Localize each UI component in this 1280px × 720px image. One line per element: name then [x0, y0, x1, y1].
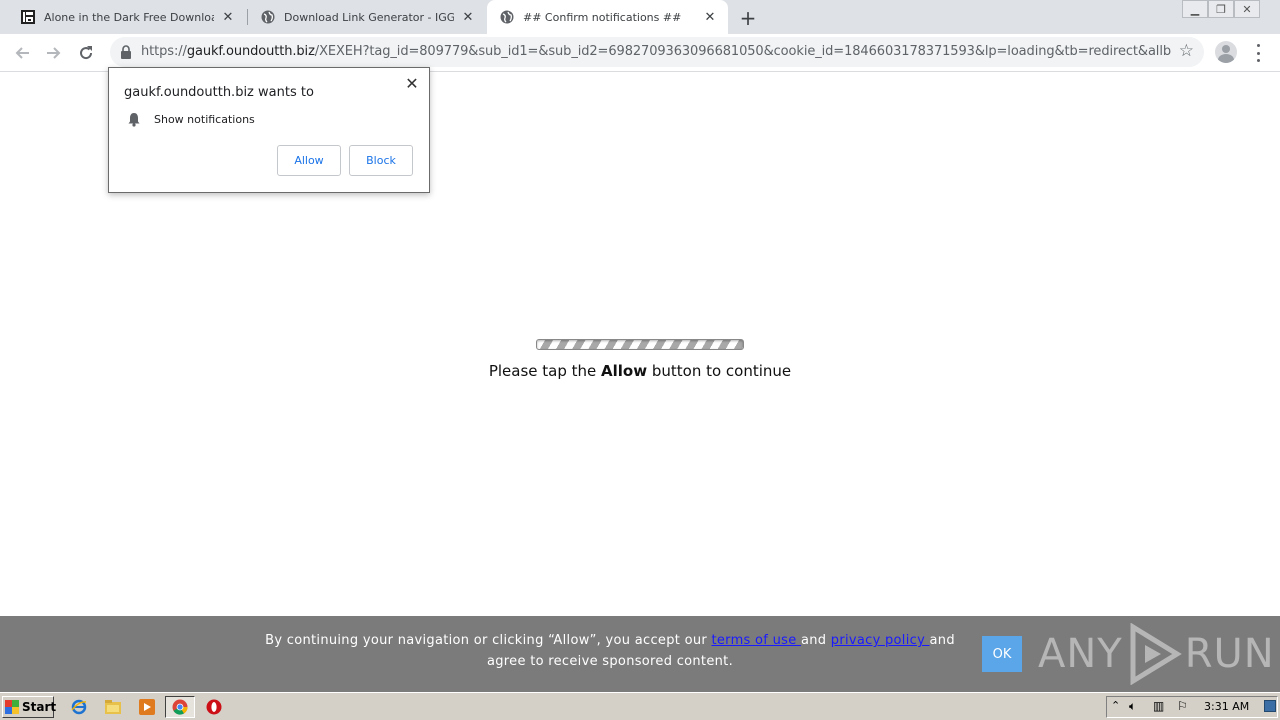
- new-tab-button[interactable]: +: [736, 6, 760, 30]
- system-tray: ⌃ 🔈︎ ▥ ⚐: [1106, 696, 1278, 718]
- volume-icon[interactable]: 🔈︎: [1129, 699, 1136, 714]
- tab-close-icon[interactable]: ✕: [702, 9, 718, 25]
- url-text[interactable]: https://gaukf.oundoutth.biz/XEXEH?tag_id…: [141, 44, 1171, 59]
- tab-confirm-notifications[interactable]: ## Confirm notifications ## ✕: [487, 0, 728, 34]
- url-path: /XEXEH?tag_id=809779&sub_id1=&sub_id2=69…: [314, 44, 1171, 59]
- consent-text: By continuing your navigation or clickin…: [250, 630, 970, 672]
- bookmark-star-icon[interactable]: ☆: [1179, 43, 1194, 60]
- chrome-icon: [172, 699, 188, 715]
- lock-icon[interactable]: [120, 45, 132, 59]
- igggames-icon: [20, 9, 36, 25]
- consent-banner: By continuing your navigation or clickin…: [0, 616, 1280, 692]
- tab-alone-in-the-dark[interactable]: Alone in the Dark Free Download (20 ✕: [0, 0, 246, 34]
- allow-button[interactable]: Allow: [277, 145, 341, 176]
- block-button[interactable]: Block: [349, 145, 413, 176]
- popup-close-icon[interactable]: ✕: [403, 74, 421, 93]
- instruction-part: Please tap the: [488, 362, 602, 380]
- back-arrow-icon: [15, 47, 29, 59]
- consent-text-part: By continuing your navigation or clickin…: [265, 633, 712, 648]
- globe-icon: [499, 9, 515, 25]
- minimize-icon[interactable]: ▁: [1182, 0, 1208, 18]
- reload-icon: [80, 46, 93, 60]
- address-bar[interactable]: https://gaukf.oundoutth.biz/XEXEH?tag_id…: [110, 37, 1204, 67]
- chrome-taskbar-button[interactable]: [165, 696, 195, 718]
- windows-logo-icon: [5, 700, 19, 714]
- tab-title: Download Link Generator - IGGGAME: [284, 10, 454, 24]
- instruction-text: Please tap the Allow button to continue: [0, 362, 1280, 380]
- tab-strip: Alone in the Dark Free Download (20 ✕ Do…: [0, 0, 1280, 34]
- media-player-icon[interactable]: [138, 698, 156, 716]
- instruction-part: button to continue: [647, 362, 792, 380]
- bell-icon: [128, 113, 140, 127]
- show-desktop-icon[interactable]: [1264, 700, 1276, 712]
- tab-close-icon[interactable]: ✕: [220, 9, 236, 25]
- close-window-icon[interactable]: ✕: [1234, 0, 1260, 18]
- explorer-icon[interactable]: [104, 698, 122, 716]
- forward-button[interactable]: [42, 41, 66, 65]
- windows-taskbar: Start ⌃ 🔈︎ ▥ ⚐ 3:31 AM: [0, 692, 1280, 720]
- reload-button[interactable]: [74, 41, 98, 65]
- tab-download-link-generator[interactable]: Download Link Generator - IGGGAME ✕: [240, 0, 486, 34]
- ie-icon[interactable]: [70, 698, 88, 716]
- restore-icon[interactable]: ❐: [1208, 0, 1234, 18]
- watermark-text: ANY: [1038, 631, 1123, 677]
- taskbar-clock[interactable]: 3:31 AM: [1204, 700, 1249, 713]
- back-button[interactable]: [10, 41, 34, 65]
- notification-permission-popup: gaukf.oundoutth.biz wants to ✕ Show noti…: [108, 67, 430, 193]
- tab-title: ## Confirm notifications ##: [523, 10, 682, 24]
- watermark-text: RUN: [1184, 631, 1275, 677]
- action-center-flag-icon[interactable]: ⚐: [1177, 699, 1188, 713]
- start-label: Start: [22, 700, 57, 714]
- privacy-policy-link[interactable]: privacy policy: [831, 633, 930, 648]
- profile-avatar-icon[interactable]: [1215, 41, 1237, 63]
- tab-close-icon[interactable]: ✕: [460, 9, 476, 25]
- opera-icon[interactable]: [205, 698, 223, 716]
- window-controls: ▁ ❐ ✕: [1182, 0, 1260, 18]
- url-host: gaukf.oundoutth.biz: [186, 44, 315, 59]
- show-hidden-icons-icon[interactable]: ⌃: [1111, 699, 1120, 712]
- tab-title: Alone in the Dark Free Download (20: [44, 10, 214, 24]
- ok-button[interactable]: OK: [982, 636, 1022, 672]
- globe-icon: [260, 9, 276, 25]
- url-scheme: https://: [141, 44, 187, 59]
- browser-menu-icon[interactable]: [1250, 43, 1266, 63]
- play-logo-icon: [1130, 623, 1182, 685]
- anyrun-watermark: ANY RUN: [1038, 623, 1275, 685]
- forward-arrow-icon: [47, 47, 61, 59]
- terms-of-use-link[interactable]: terms of use: [711, 633, 801, 648]
- popup-title: gaukf.oundoutth.biz wants to: [124, 85, 314, 100]
- instruction-allow-word: Allow: [601, 362, 648, 380]
- start-button[interactable]: Start: [2, 696, 57, 718]
- permission-label: Show notifications: [154, 113, 255, 126]
- loading-progress-bar: [536, 339, 744, 350]
- consent-text-part: and: [800, 633, 831, 648]
- network-icon[interactable]: ▥: [1153, 699, 1164, 713]
